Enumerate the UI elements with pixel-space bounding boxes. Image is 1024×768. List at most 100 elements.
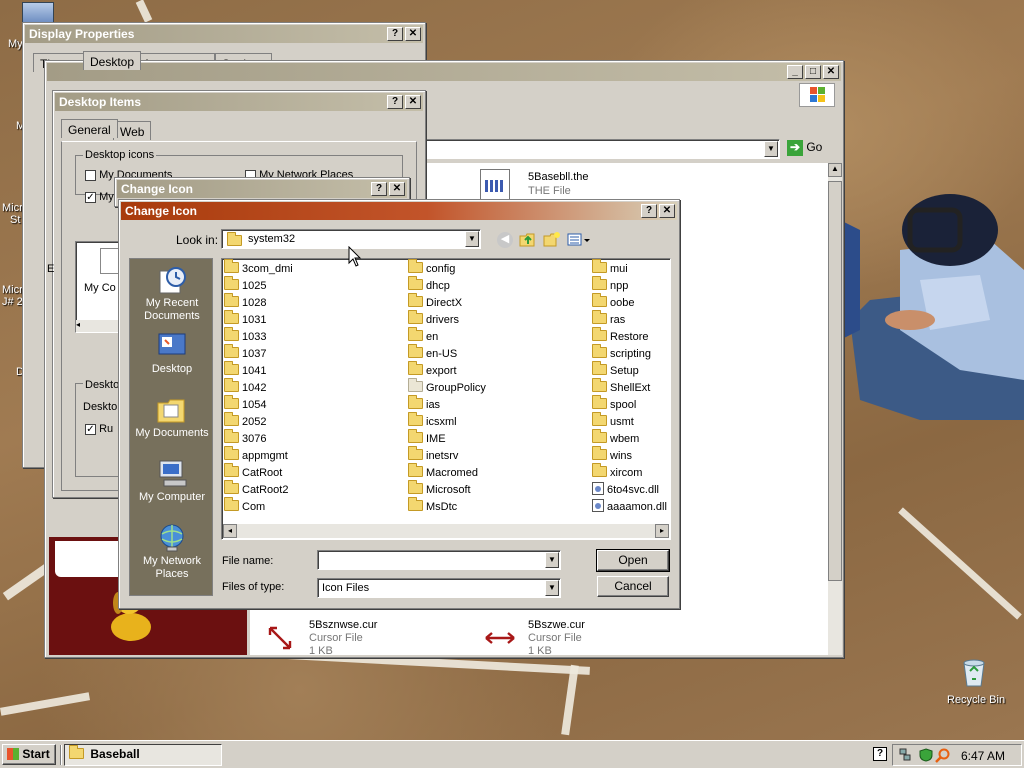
folder-list-item-label: config [426,263,456,275]
help-button[interactable]: ? [387,27,403,41]
checkbox[interactable]: ✓ [85,423,96,435]
tab-web[interactable]: Web [113,121,152,140]
folder-list-item[interactable]: CatRoot2 [224,480,288,499]
checkbox-my-computer[interactable]: ✓ My [85,191,114,203]
scroll-right-button[interactable]: ▸ [655,524,669,538]
file-item[interactable]: 5Bszwe.cur Cursor File 1 KB [480,619,660,657]
file-size: 1 KB [309,645,333,657]
files-of-type-select[interactable]: Icon Files ▼ [317,578,561,598]
tab-desktop[interactable]: Desktop [83,51,142,70]
help-tray-icon[interactable]: ? [873,747,887,761]
places-my-computer[interactable]: My Computer [130,459,214,504]
open-button[interactable]: Open [596,549,670,572]
network-tray-icon[interactable] [899,748,911,762]
folder-list-item[interactable]: Microsoft [408,480,471,499]
change-icon-titlebar[interactable]: Change Icon ? ✕ [117,180,407,198]
display-properties-titlebar[interactable]: Display Properties ? ✕ [25,25,423,43]
explorer-titlebar[interactable]: _ □ ✕ [47,63,841,81]
folder-icon [224,412,239,426]
chevron-down-icon[interactable]: ▼ [764,141,778,157]
my-computer-icon[interactable] [22,2,54,24]
folder-list-item[interactable]: xircom [592,463,642,482]
file-name-input[interactable]: ▼ [317,550,561,570]
tab-general[interactable]: General [61,119,118,138]
icon-preview-label: My Co [84,282,116,294]
taskbar-button-label: Baseball [90,747,140,761]
folder-list-item-label: Microsoft [426,484,471,496]
back-icon[interactable]: ◀ [497,232,513,248]
minimize-button[interactable]: _ [787,65,803,79]
recycle-bin-icon[interactable] [960,657,988,687]
places-my-recent-documents[interactable]: My Recent Documents [130,265,214,323]
folder-list-item[interactable]: GroupPolicy [408,378,486,397]
maximize-button[interactable]: □ [805,65,821,79]
vertical-scrollbar[interactable]: ▲ [828,163,842,655]
folder-list-item[interactable]: scripting [592,344,651,363]
folder-icon [592,327,607,341]
folder-icon [592,259,607,273]
scroll-left-button[interactable]: ◂ [223,524,237,538]
dialog-titlebar[interactable]: Change Icon ? ✕ [121,202,677,220]
shield-tray-icon[interactable] [919,748,933,762]
close-button[interactable]: ✕ [823,65,839,79]
taskbar-button-baseball[interactable]: Baseball [64,744,222,766]
recycle-bin-label[interactable]: Recycle Bin [947,694,1005,706]
checkbox[interactable] [85,169,96,181]
chevron-down-icon[interactable]: ▼ [465,231,479,247]
up-folder-icon[interactable] [519,231,537,247]
desktop-items-titlebar[interactable]: Desktop Items ? ✕ [55,93,423,111]
folder-icon [224,395,239,409]
clock[interactable]: 6:47 AM [961,749,1005,763]
close-button[interactable]: ✕ [389,182,405,196]
scroll-up-button[interactable]: ▲ [828,163,842,177]
folder-icon [69,745,84,759]
close-button[interactable]: ✕ [405,27,421,41]
folder-list-item-label: Restore [610,331,649,343]
horizontal-scrollbar[interactable]: ◂ ▸ [223,524,669,538]
start-button[interactable]: Start [2,744,56,765]
folder-list-item[interactable]: appmgmt [224,446,288,465]
search-tray-icon[interactable] [935,748,951,764]
places-desktop[interactable]: Desktop [130,331,214,376]
file-name: 5Bsznwse.cur [309,619,378,631]
chevron-down-icon[interactable]: ▼ [545,552,559,568]
desktop-icon-label[interactable]: St [10,214,20,226]
desktop-icon-label[interactable]: J# 2 [2,296,23,308]
view-menu-icon[interactable] [567,232,591,248]
desktop-icon-label[interactable]: Micr [2,202,23,214]
folder-list-item-label: en [426,331,439,343]
dialog-title: Change Icon [125,204,198,218]
close-button[interactable]: ✕ [405,95,421,109]
folder-list-item[interactable]: Macromed [408,463,478,482]
folder-list-item[interactable]: MsDtc [408,497,457,516]
folder-list-item-label: GroupPolicy [426,382,486,394]
help-button[interactable]: ? [371,182,387,196]
look-in-label: Look in: [176,233,219,247]
folder-icon [224,463,239,477]
new-folder-icon[interactable] [543,231,561,247]
desktop-icon-label[interactable]: Micr [2,284,23,296]
folder-list-item[interactable]: 6to4svc.dll [592,482,659,499]
chevron-down-icon[interactable]: ▼ [545,580,559,596]
folder-list-item-label: en-US [426,348,458,360]
places-bar: My Recent Documents Desktop My Documents… [129,258,213,596]
places-my-network-places[interactable]: My Network Places [130,523,214,581]
checkbox-run-cleanup[interactable]: ✓ Ru [85,423,113,435]
go-button[interactable]: ➔ Go [787,140,831,158]
cancel-button[interactable]: Cancel [597,576,669,597]
places-my-documents[interactable]: My Documents [130,395,214,440]
checkbox[interactable]: ✓ [85,191,96,203]
help-button[interactable]: ? [641,204,657,218]
folder-list-item[interactable]: 3com_dmi [224,259,293,278]
folder-list-item-label: npp [610,280,629,292]
folder-list-item[interactable]: aaaamon.dll [592,499,667,516]
mouse-cursor-icon [348,246,362,267]
address-bar[interactable]: ▼ [425,139,780,159]
file-item[interactable]: 5Bsznwse.cur Cursor File 1 KB [257,619,437,657]
desktop-icon-label[interactable]: My [8,38,23,50]
folder-list[interactable]: 3com_dmi 1025 1028 1031 1033 1037 1041 1042 1054… [221,258,671,540]
close-button[interactable]: ✕ [659,204,675,218]
help-button[interactable]: ? [387,95,403,109]
folder-list-item[interactable]: Com [224,497,265,516]
scroll-thumb[interactable] [828,181,842,581]
